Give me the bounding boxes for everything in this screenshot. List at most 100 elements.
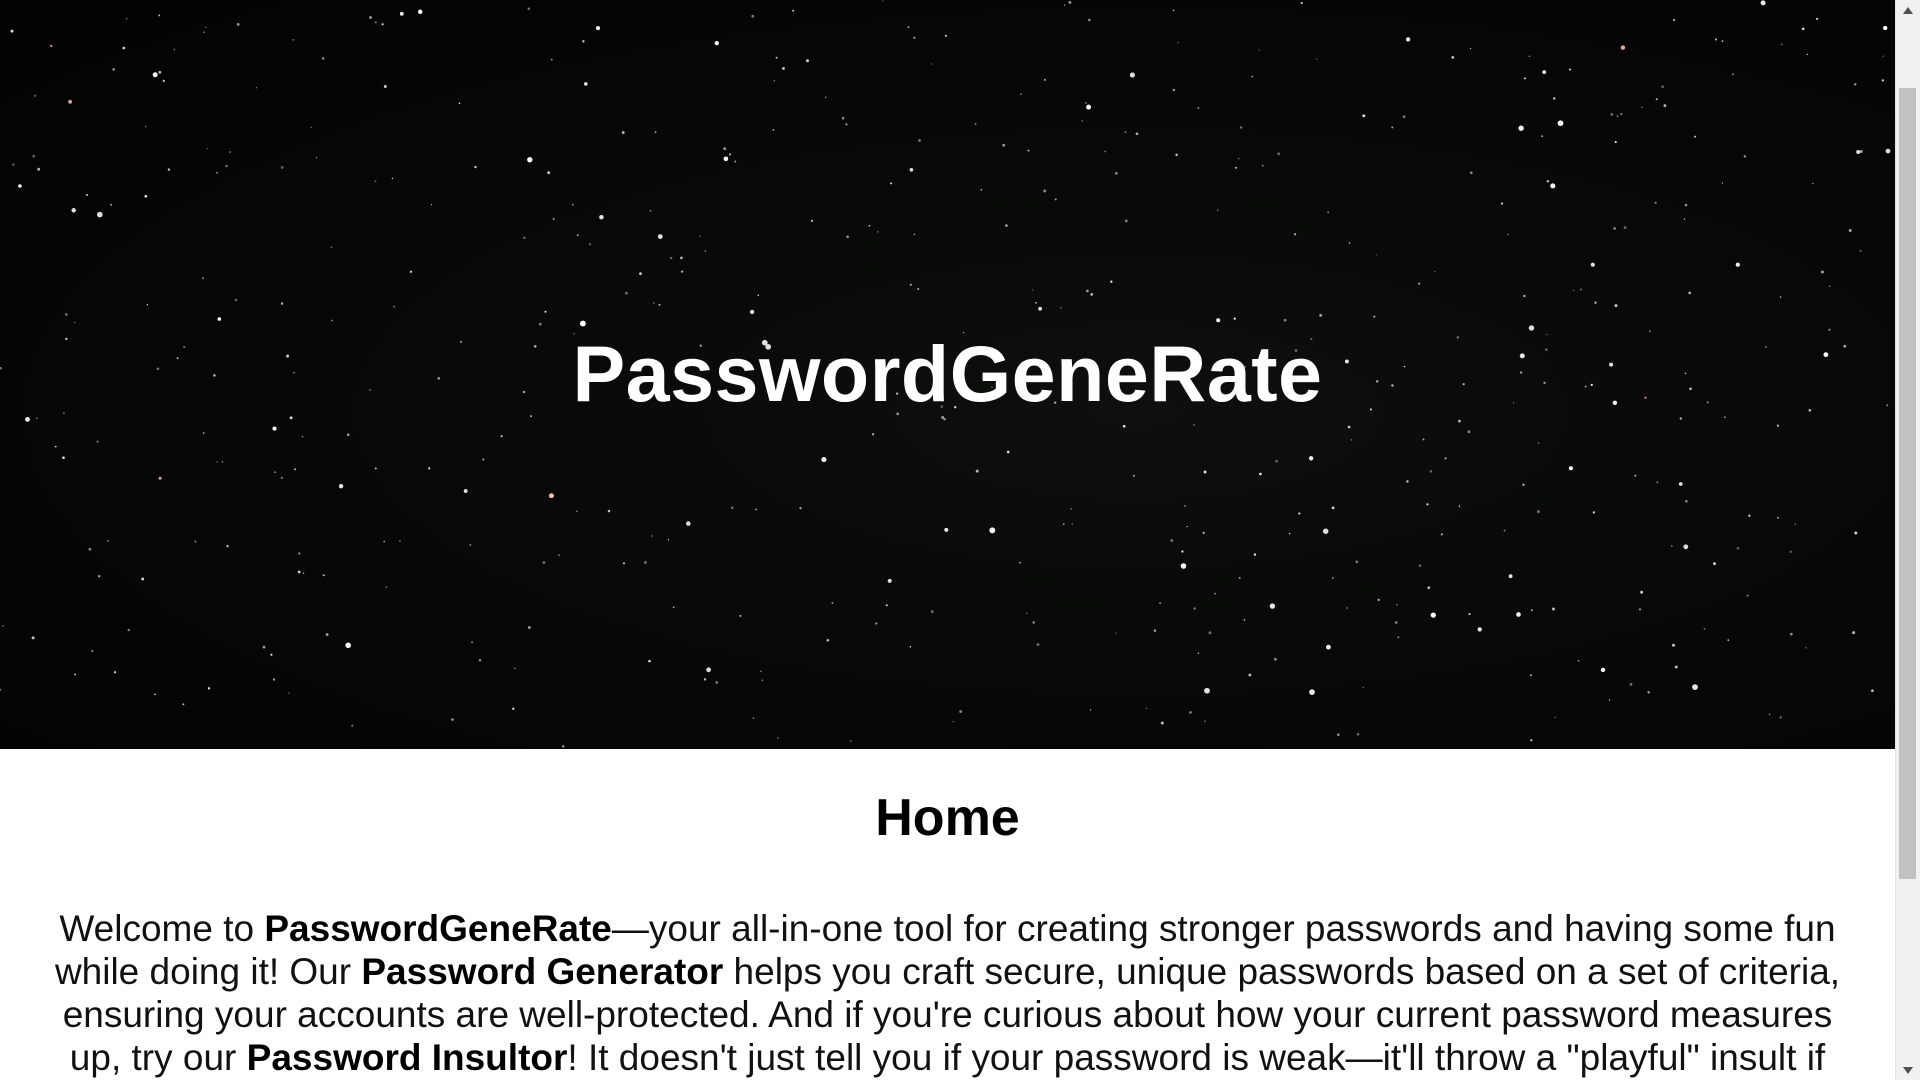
star [1640, 590, 1644, 594]
star [1243, 618, 1246, 621]
star [1692, 684, 1698, 690]
star [158, 476, 162, 480]
star [1440, 533, 1443, 536]
star [1670, 544, 1673, 547]
star [755, 508, 758, 511]
triangle-up-icon[interactable] [1896, 0, 1920, 20]
star [1641, 106, 1643, 109]
vertical-scrollbar[interactable] [1895, 0, 1920, 1080]
star [588, 243, 592, 246]
star [73, 673, 77, 676]
star [1760, 0, 1766, 6]
scrollbar-thumb[interactable] [1899, 88, 1916, 879]
star [667, 538, 670, 541]
star [1743, 155, 1746, 158]
star [1402, 115, 1406, 119]
star [653, 302, 655, 304]
star [1427, 586, 1431, 590]
star [207, 687, 211, 690]
star [205, 26, 207, 28]
star [607, 509, 611, 513]
star [1572, 289, 1575, 292]
star [50, 44, 53, 48]
star [1768, 713, 1771, 715]
star [1577, 659, 1580, 662]
star [825, 96, 827, 98]
star [1536, 510, 1540, 514]
star [1812, 182, 1814, 185]
star [1469, 47, 1472, 50]
star [1405, 37, 1411, 42]
star [288, 692, 290, 694]
star [280, 165, 284, 169]
star [658, 303, 661, 306]
star [576, 510, 578, 512]
star [1054, 198, 1057, 201]
star [1204, 720, 1206, 722]
intro-text-4: ! It doesn't just tell you if your passw… [567, 1037, 1826, 1078]
star [1629, 683, 1633, 686]
star [715, 681, 718, 684]
star [173, 48, 176, 51]
star [1406, 480, 1409, 483]
star [1715, 38, 1717, 41]
star [680, 256, 683, 260]
star [1634, 474, 1637, 477]
star [417, 9, 423, 15]
star [1309, 689, 1315, 695]
star [654, 131, 657, 133]
star [952, 720, 954, 723]
star [1002, 143, 1006, 147]
star [1557, 120, 1564, 127]
star [1129, 72, 1135, 78]
star [739, 614, 742, 617]
star [544, 310, 547, 313]
star [385, 586, 388, 588]
star [1124, 219, 1128, 223]
star [1356, 732, 1360, 736]
star [731, 506, 734, 509]
star [806, 59, 809, 63]
star [639, 272, 642, 276]
star [913, 36, 916, 40]
star [1394, 621, 1398, 624]
star [1580, 288, 1582, 291]
star [670, 256, 673, 260]
star [944, 527, 949, 532]
star [201, 277, 205, 280]
star [141, 577, 145, 581]
star [1288, 532, 1291, 535]
star [1063, 523, 1065, 526]
star [1610, 113, 1614, 116]
star [274, 471, 277, 474]
star [1552, 607, 1555, 611]
star [1429, 470, 1433, 473]
star [882, 0, 884, 2]
star [1568, 466, 1573, 471]
star [270, 653, 273, 656]
star [1655, 98, 1658, 101]
star [1145, 707, 1148, 710]
star [225, 164, 228, 168]
star [86, 194, 89, 196]
star [158, 70, 162, 74]
star [1530, 609, 1533, 612]
star [959, 710, 963, 713]
star [345, 642, 352, 649]
star [1124, 131, 1127, 134]
star [845, 123, 848, 126]
star [64, 312, 68, 316]
star [1638, 608, 1642, 611]
star [751, 14, 755, 18]
star [1025, 612, 1028, 615]
star [1856, 149, 1861, 155]
star [831, 602, 834, 604]
star [234, 298, 238, 302]
star [302, 572, 305, 574]
star [1391, 126, 1394, 129]
triangle-down-icon[interactable] [1896, 1060, 1920, 1080]
intro-generator-name: Password Generator [361, 951, 724, 992]
star [1377, 598, 1380, 602]
star [1184, 505, 1186, 507]
star [1523, 77, 1526, 80]
